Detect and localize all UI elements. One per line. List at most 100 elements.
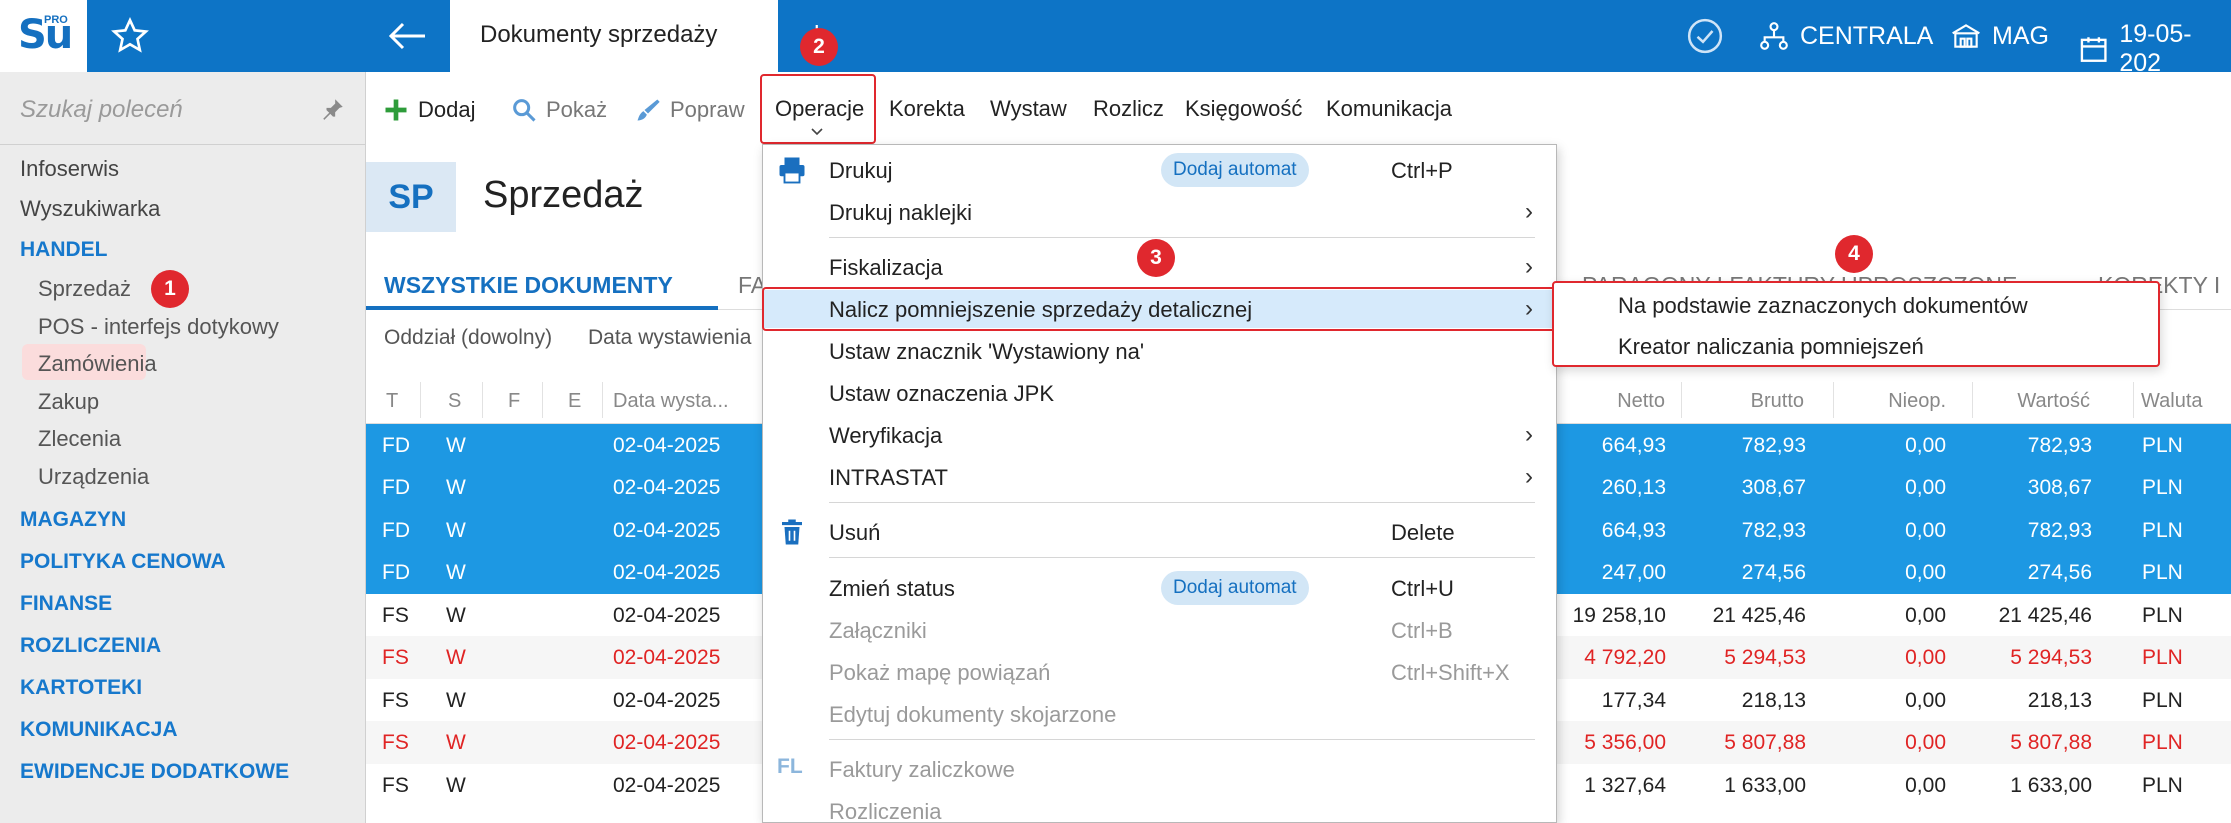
menu-separator	[829, 502, 1535, 503]
column-header-date[interactable]: Data wysta...	[613, 390, 729, 413]
app-logo[interactable]: Su PRO	[0, 0, 87, 72]
cell-wartosc: 308,67	[2027, 476, 2092, 499]
cell-nieop: 0,00	[1905, 731, 1946, 754]
komunikacja-button[interactable]: Komunikacja	[1326, 96, 1452, 122]
column-header-wartosc[interactable]: Wartość	[1986, 390, 2090, 413]
submenu-item-kreator[interactable]: Kreator naliczania pomniejszeń	[1618, 334, 1924, 360]
sidebar-section-magazyn[interactable]: MAGAZYN	[20, 508, 126, 532]
trash-icon	[782, 519, 802, 545]
network-icon	[1760, 22, 1788, 50]
sidebar-item-infoserwis[interactable]: Infoserwis	[20, 156, 119, 182]
menu-item-pokaz-mape[interactable]: Pokaż mapę powiązań Ctrl+Shift+X	[763, 653, 1558, 691]
calendar-icon	[2080, 37, 2107, 62]
mag-selector[interactable]: MAG	[1950, 20, 2049, 52]
menu-item-drukuj-naklejki[interactable]: Drukuj naklejki ›	[763, 193, 1558, 231]
brush-icon	[637, 99, 660, 121]
cell-waluta: PLN	[2142, 774, 2183, 797]
filter-data-wystawienia[interactable]: Data wystawienia	[588, 326, 751, 350]
wystaw-button[interactable]: Wystaw	[990, 96, 1067, 122]
show-button[interactable]: Pokaż	[510, 96, 607, 124]
cell-t: FS	[382, 731, 409, 754]
dodaj-automat-chip[interactable]: Dodaj automat	[1161, 571, 1309, 605]
sidebar-item-sprzedaz[interactable]: Sprzedaż	[38, 276, 131, 302]
column-header-f[interactable]: F	[508, 390, 520, 413]
cell-date: 02-04-2025	[613, 774, 721, 797]
cell-nieop: 0,00	[1905, 476, 1946, 499]
menu-item-drukuj[interactable]: Drukuj Dodaj automat Ctrl+P	[763, 151, 1558, 189]
submenu-item-na-podstawie[interactable]: Na podstawie zaznaczonych dokumentów	[1618, 293, 2028, 319]
filter-oddzial[interactable]: Oddział (dowolny)	[384, 326, 552, 350]
sidebar-section-finanse[interactable]: FINANSE	[20, 592, 112, 616]
sidebar-item-pos[interactable]: POS - interfejs dotykowy	[38, 314, 279, 340]
check-circle-icon[interactable]	[1685, 16, 1725, 56]
cell-s: W	[446, 476, 466, 499]
sidebar-item-wyszukiwarka[interactable]: Wyszukiwarka	[20, 196, 160, 222]
cell-wartosc: 782,93	[2027, 434, 2092, 457]
menu-item-zalaczniki-label: Załączniki	[829, 618, 927, 643]
cell-date: 02-04-2025	[613, 731, 721, 754]
sidebar-section-handel[interactable]: HANDEL	[20, 238, 108, 262]
menu-item-ustaw-znacznik[interactable]: Ustaw znacznik 'Wystawiony na'	[763, 332, 1558, 370]
menu-item-zalaczniki[interactable]: Załączniki Ctrl+B	[763, 611, 1558, 649]
column-header-t[interactable]: T	[386, 390, 398, 413]
rozlicz-label: Rozlicz	[1093, 96, 1164, 121]
mag-label: MAG	[1992, 21, 2049, 50]
sidebar-item-urzadzenia[interactable]: Urządzenia	[38, 464, 149, 490]
column-separator	[1972, 382, 1973, 418]
column-header-e[interactable]: E	[568, 390, 581, 413]
menu-item-drukuj-label: Drukuj	[829, 158, 893, 183]
date-selector[interactable]: 19-05-202	[2078, 20, 2231, 78]
sidebar-item-zamowienia[interactable]: Zamówienia	[38, 351, 157, 377]
sidebar-section-rozliczenia[interactable]: ROZLICZENIA	[20, 634, 161, 658]
centrala-selector[interactable]: CENTRALA	[1758, 20, 1933, 52]
menu-item-rozliczenia[interactable]: Rozliczenia	[763, 792, 1558, 823]
cell-waluta: PLN	[2142, 561, 2183, 584]
menu-item-ustaw-jpk[interactable]: Ustaw oznaczenia JPK	[763, 374, 1558, 412]
rozlicz-button[interactable]: Rozlicz	[1093, 96, 1164, 122]
menu-item-ustaw-znacznik-label: Ustaw znacznik 'Wystawiony na'	[829, 339, 1145, 364]
column-header-s[interactable]: S	[448, 390, 461, 413]
menu-item-ustaw-jpk-label: Ustaw oznaczenia JPK	[829, 381, 1054, 406]
menu-item-zmien-status[interactable]: Zmień status Dodaj automat Ctrl+U	[763, 569, 1558, 607]
column-header-waluta[interactable]: Waluta	[2141, 390, 2203, 413]
edit-button[interactable]: Popraw	[634, 96, 745, 124]
menu-item-usun-label: Usuń	[829, 520, 881, 545]
column-separator	[482, 382, 483, 418]
chevron-right-icon: ›	[1525, 253, 1533, 280]
sidebar-item-zlecenia[interactable]: Zlecenia	[38, 426, 121, 452]
menu-item-intrastat-label: INTRASTAT	[829, 465, 948, 490]
korekta-button[interactable]: Korekta	[889, 96, 965, 122]
sidebar-section-komunikacja[interactable]: KOMUNIKACJA	[20, 718, 178, 742]
cell-t: FD	[382, 476, 410, 499]
column-header-nieop[interactable]: Nieop.	[1846, 390, 1946, 413]
star-icon[interactable]	[110, 16, 150, 56]
sidebar-section-ewidencje[interactable]: EWIDENCJE DODATKOWE	[20, 760, 289, 784]
dodaj-automat-chip[interactable]: Dodaj automat	[1161, 153, 1309, 187]
sidebar-section-polityka[interactable]: POLITYKA CENOWA	[20, 550, 226, 574]
sidebar-item-zakup[interactable]: Zakup	[38, 389, 99, 415]
korekta-label: Korekta	[889, 96, 965, 121]
ksiegowosc-button[interactable]: Księgowość	[1185, 96, 1302, 122]
column-header-netto[interactable]: Netto	[1560, 390, 1665, 413]
menu-item-faktury-zaliczkowe[interactable]: FL Faktury zaliczkowe	[763, 750, 1558, 788]
cell-waluta: PLN	[2142, 519, 2183, 542]
ksiegowosc-label: Księgowość	[1185, 96, 1303, 121]
cell-wartosc: 274,56	[2027, 561, 2092, 584]
sidebar-section-kartoteki[interactable]: KARTOTEKI	[20, 676, 142, 700]
menu-item-weryfikacja[interactable]: Weryfikacja ›	[763, 416, 1558, 454]
shortcut-ctrl-p: Ctrl+P	[1391, 158, 1453, 183]
cell-s: W	[446, 646, 466, 669]
cell-wartosc: 782,93	[2027, 519, 2092, 542]
pin-icon[interactable]	[320, 96, 346, 122]
tab-wszystkie[interactable]: WSZYSTKIE DOKUMENTY	[384, 272, 673, 299]
step-badge-2: 2	[800, 28, 838, 66]
back-arrow-icon[interactable]	[383, 12, 431, 60]
cell-wartosc: 5 807,88	[2010, 731, 2092, 754]
column-header-brutto[interactable]: Brutto	[1696, 390, 1804, 413]
tab-dokumenty-sprzedazy[interactable]: Dokumenty sprzedaży	[450, 0, 778, 72]
menu-item-intrastat[interactable]: INTRASTAT ›	[763, 458, 1558, 496]
add-button[interactable]: Dodaj	[382, 96, 475, 124]
command-search-input[interactable]: Szukaj poleceń	[20, 96, 183, 124]
menu-item-edytuj-skojarzone[interactable]: Edytuj dokumenty skojarzone	[763, 695, 1558, 733]
menu-item-usun[interactable]: Usuń Delete	[763, 513, 1558, 551]
